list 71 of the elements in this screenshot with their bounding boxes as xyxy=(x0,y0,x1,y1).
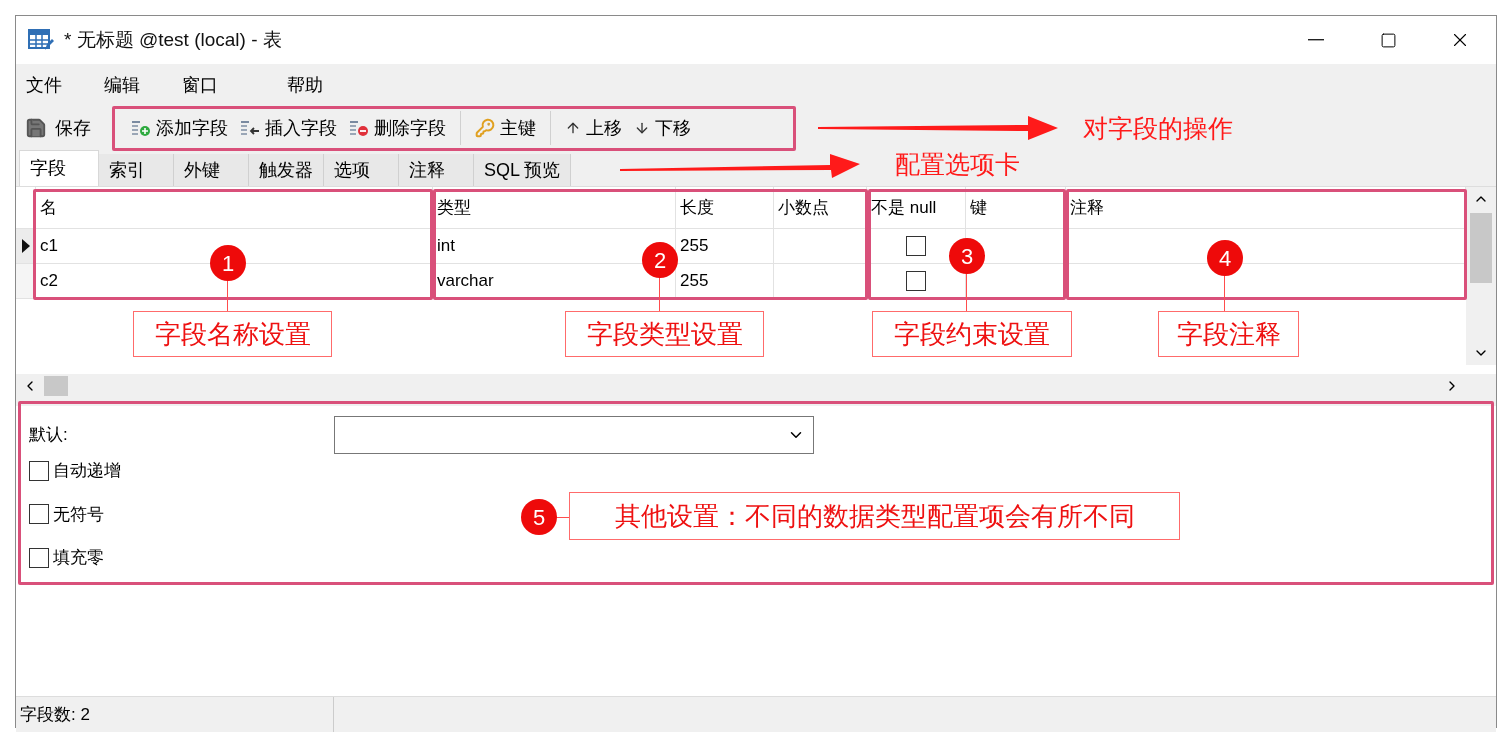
field-label: 默认: xyxy=(29,424,69,447)
menu-item[interactable]: 窗口 xyxy=(182,71,218,99)
leader-line xyxy=(556,517,569,518)
table-cell-text: int xyxy=(437,235,455,258)
annotation-text: 对字段的操作 xyxy=(1083,113,1233,144)
key-icon xyxy=(475,118,495,138)
scrollbar-thumb[interactable] xyxy=(1470,213,1492,283)
column-header[interactable]: 类型 xyxy=(437,194,471,221)
column-header[interactable]: 注释 xyxy=(1070,194,1104,221)
arrow-down-icon xyxy=(634,120,650,136)
toolbar-button[interactable]: 上移 xyxy=(559,111,628,145)
default-dropdown[interactable] xyxy=(334,416,814,454)
minimize-icon xyxy=(1308,39,1324,41)
table-cell-text: c2 xyxy=(40,270,58,293)
toolbar-button[interactable]: 删除字段 xyxy=(343,111,452,145)
horizontal-scrollbar[interactable] xyxy=(16,374,1496,398)
column-header[interactable]: 键 xyxy=(970,194,987,221)
not-null-checkbox[interactable] xyxy=(906,271,926,291)
menu-item[interactable]: 文件 xyxy=(26,71,62,99)
toolbar-button[interactable]: 下移 xyxy=(628,111,697,145)
not-null-checkbox[interactable] xyxy=(906,236,926,256)
checkbox[interactable] xyxy=(29,504,49,525)
tab[interactable]: 字段 xyxy=(19,150,99,186)
column-header[interactable]: 长度 xyxy=(680,194,714,221)
window-title: * 无标题 @test (local) - 表 xyxy=(64,27,282,52)
table-cell-text: c1 xyxy=(40,235,58,258)
delete-column-icon xyxy=(349,119,369,137)
maximize-icon xyxy=(1379,31,1397,49)
scrollbar-thumb[interactable] xyxy=(44,376,68,396)
toolbar-button[interactable]: 添加字段 xyxy=(125,111,234,145)
tab[interactable]: 外键 xyxy=(174,154,249,186)
callout-label: 字段类型设置 xyxy=(565,311,764,357)
annotation-text: 配置选项卡 xyxy=(895,149,1020,180)
save-icon xyxy=(25,117,47,139)
menu-item[interactable]: 帮助 xyxy=(287,71,323,99)
callout-label: 字段注释 xyxy=(1158,311,1299,357)
row-selector[interactable] xyxy=(16,229,36,263)
tab[interactable]: 索引 xyxy=(99,154,174,186)
checkbox[interactable] xyxy=(29,460,49,481)
checkbox-label: 无符号 xyxy=(53,503,104,526)
leader-line xyxy=(227,280,228,311)
checkbox-label: 填充零 xyxy=(53,547,104,569)
table-cell-text: varchar xyxy=(437,270,494,293)
tab[interactable]: 选项 xyxy=(324,154,399,186)
vertical-scrollbar[interactable] xyxy=(1466,187,1496,365)
tab[interactable]: 注释 xyxy=(399,154,474,186)
callout-label: 字段约束设置 xyxy=(872,311,1072,357)
checkbox-label: 自动递增 xyxy=(53,460,121,482)
table-cell-text: 255 xyxy=(680,235,709,258)
arrow-up-icon xyxy=(565,120,581,136)
column-header[interactable]: 不是 null xyxy=(871,194,937,221)
status-text: 字段数: 2 xyxy=(16,697,334,732)
checkbox[interactable] xyxy=(29,547,49,568)
toolbar-button[interactable]: 主键 xyxy=(469,111,542,145)
callout-label: 其他设置：不同的数据类型配置项会有所不同 xyxy=(569,492,1180,540)
leader-line xyxy=(659,277,660,311)
callout-label: 字段名称设置 xyxy=(133,311,332,357)
tab[interactable]: 触发器 xyxy=(249,154,324,186)
leader-line xyxy=(1224,275,1225,311)
leader-line xyxy=(966,273,967,311)
menu-item[interactable]: 编辑 xyxy=(104,71,140,99)
add-column-icon xyxy=(131,119,151,137)
table-icon xyxy=(28,28,54,52)
column-header[interactable]: 小数点 xyxy=(778,194,829,221)
save-button[interactable]: 保存 xyxy=(25,114,115,142)
insert-column-icon xyxy=(240,119,260,137)
tab[interactable]: SQL 预览 xyxy=(474,154,572,186)
column-header[interactable]: 名 xyxy=(40,194,57,221)
table-cell-text: 255 xyxy=(680,270,709,293)
toolbar-button[interactable]: 插入字段 xyxy=(234,111,343,145)
current-row-icon xyxy=(21,239,30,253)
